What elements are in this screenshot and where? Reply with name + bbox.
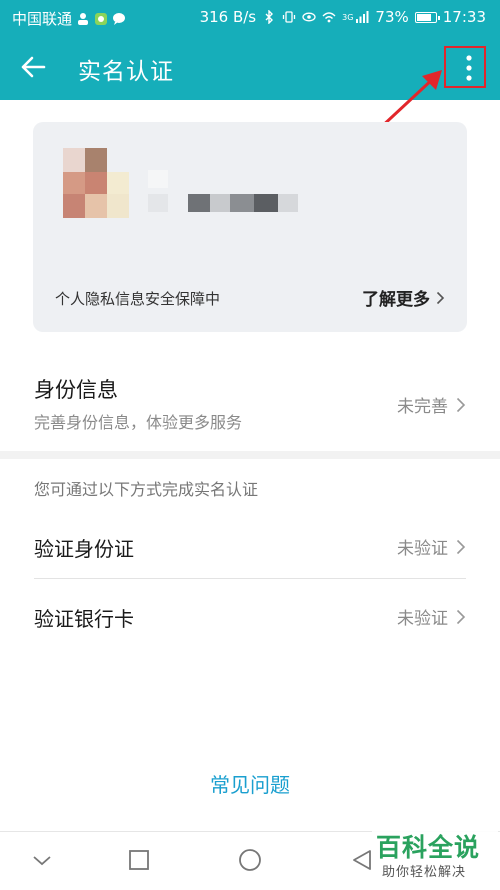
eye-icon [302,10,316,24]
vibrate-icon [282,10,296,24]
learn-more-link[interactable]: 了解更多 [362,285,445,310]
bluetooth-icon [262,10,276,24]
network-type: 3G [342,12,354,22]
account-name-blurred [148,170,298,212]
learn-more-label: 了解更多 [362,290,430,310]
back-button[interactable] [18,52,54,84]
triangle-back-icon[interactable] [350,848,374,872]
square-icon[interactable] [127,848,151,872]
row-divider [34,578,466,579]
carrier-label: 中国联通 [12,10,73,28]
battery-percent: 73% [375,8,409,26]
chevron-right-icon [456,539,466,555]
method-status: 未验证 [397,604,466,629]
page-title: 实名认证 [78,59,174,85]
verify-bank-card-row[interactable]: 验证银行卡 未验证 [0,581,500,649]
chevron-down-icon[interactable] [30,848,54,872]
methods-hint: 您可通过以下方式完成实名认证 [34,480,259,499]
status-label: 未验证 [397,539,448,559]
status-label: 未验证 [397,609,448,629]
status-bar: 中国联通 316 B/s 3G 73% 17:33 [0,0,500,36]
identity-info-title: 身份信息 [34,378,118,402]
chat-bubble-icon [112,12,126,26]
identity-info-row[interactable]: 身份信息 完善身份信息，体验更多服务 未完善 [0,360,500,448]
chevron-right-icon [436,291,445,305]
method-label: 验证身份证 [34,537,134,561]
chevron-right-icon [456,397,466,413]
notification-person-icon [76,12,90,26]
watermark-subtitle: 助你轻松解决 [382,865,467,880]
status-label: 未完善 [397,397,448,417]
privacy-notice: 个人隐私信息安全保障中 [55,290,221,308]
annotation-highlight-box [444,46,486,88]
clock: 17:33 [442,8,486,26]
network-speed: 316 B/s [199,8,257,26]
battery-icon [414,11,440,23]
identity-info-subtitle: 完善身份信息，体验更多服务 [34,413,243,432]
identity-info-status: 未完善 [397,392,466,417]
circle-icon[interactable] [238,848,262,872]
profile-card: 个人隐私信息安全保障中 了解更多 [33,122,467,332]
section-divider [0,451,500,459]
faq-link[interactable]: 常见问题 [0,769,500,798]
method-label: 验证银行卡 [34,607,134,631]
avatar [63,148,129,218]
wifi-icon [322,10,336,24]
chevron-right-icon [456,609,466,625]
arrow-left-icon [21,56,46,78]
signal-icon [355,10,369,24]
method-status: 未验证 [397,534,466,559]
watermark-title: 百科全说 [376,833,481,862]
notification-app-icon [94,12,108,26]
verify-id-card-row[interactable]: 验证身份证 未验证 [0,511,500,579]
watermark: 百科全说 助你轻松解决 [372,826,498,886]
